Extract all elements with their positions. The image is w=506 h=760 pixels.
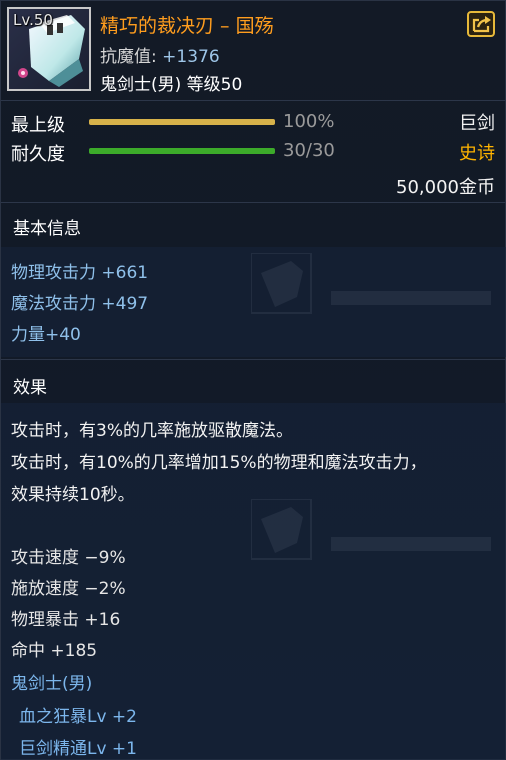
grade-bar-fill xyxy=(89,119,275,125)
effect-description: 攻击时，有3%的几率施放驱散魔法。 xyxy=(11,421,293,441)
effect-description: 效果持续10秒。 xyxy=(11,485,135,505)
effect-stat-line: 攻击速度 −9% xyxy=(11,548,126,568)
effect-description: 攻击时，有10%的几率增加15%的物理和魔法攻击力， xyxy=(11,453,427,473)
grade-value: 100% xyxy=(283,111,335,132)
divider xyxy=(1,359,506,360)
share-icon xyxy=(472,16,491,33)
class-level-requirement: 鬼剑士(男) 等级50 xyxy=(100,75,243,95)
durability-bar-fill xyxy=(89,148,275,154)
effect-stat-line: 物理暴击 +16 xyxy=(11,610,121,630)
rarity-label: 史诗 xyxy=(459,143,495,164)
basic-info-title: 基本信息 xyxy=(13,219,81,239)
skill-bonus: 血之狂暴Lv +2 xyxy=(19,707,137,727)
weapon-type: 巨剑 xyxy=(459,113,495,134)
level-badge: Lv.50 xyxy=(13,11,53,29)
share-button[interactable] xyxy=(467,11,495,37)
price: 50,000金币 xyxy=(396,177,495,198)
anti-magic-label: 抗魔值: xyxy=(100,47,163,67)
durability-label: 耐久度 xyxy=(11,144,65,165)
item-icon: Lv.50 xyxy=(7,7,91,91)
skill-bonus: 巨剑精通Lv +1 xyxy=(19,739,137,759)
effects-title: 效果 xyxy=(13,378,47,398)
effect-stat-line: 命中 +185 xyxy=(11,641,98,661)
watermark-icon xyxy=(251,499,491,560)
grade-label: 最上级 xyxy=(11,115,65,136)
divider xyxy=(1,100,506,101)
item-tooltip-panel: Lv.50 精巧的裁决刃 – 国殇 抗魔值: +1376 鬼剑士(男) 等级50… xyxy=(0,0,506,760)
effect-stat-line: 施放速度 −2% xyxy=(11,579,126,599)
class-label: 鬼剑士(男) xyxy=(11,674,93,694)
basic-stat-line: 力量+40 xyxy=(11,325,81,345)
durability-value: 30/30 xyxy=(283,140,335,161)
item-name: 精巧的裁决刃 – 国殇 xyxy=(100,15,274,37)
divider xyxy=(1,202,506,203)
basic-stat-line: 魔法攻击力 +497 xyxy=(11,294,149,314)
anti-magic-stat: 抗魔值: +1376 xyxy=(100,42,220,67)
grade-bar xyxy=(89,119,275,125)
basic-stat-line: 物理攻击力 +661 xyxy=(11,263,149,283)
anti-magic-value: +1376 xyxy=(162,47,220,67)
watermark-icon xyxy=(251,253,491,314)
durability-bar xyxy=(89,148,275,154)
